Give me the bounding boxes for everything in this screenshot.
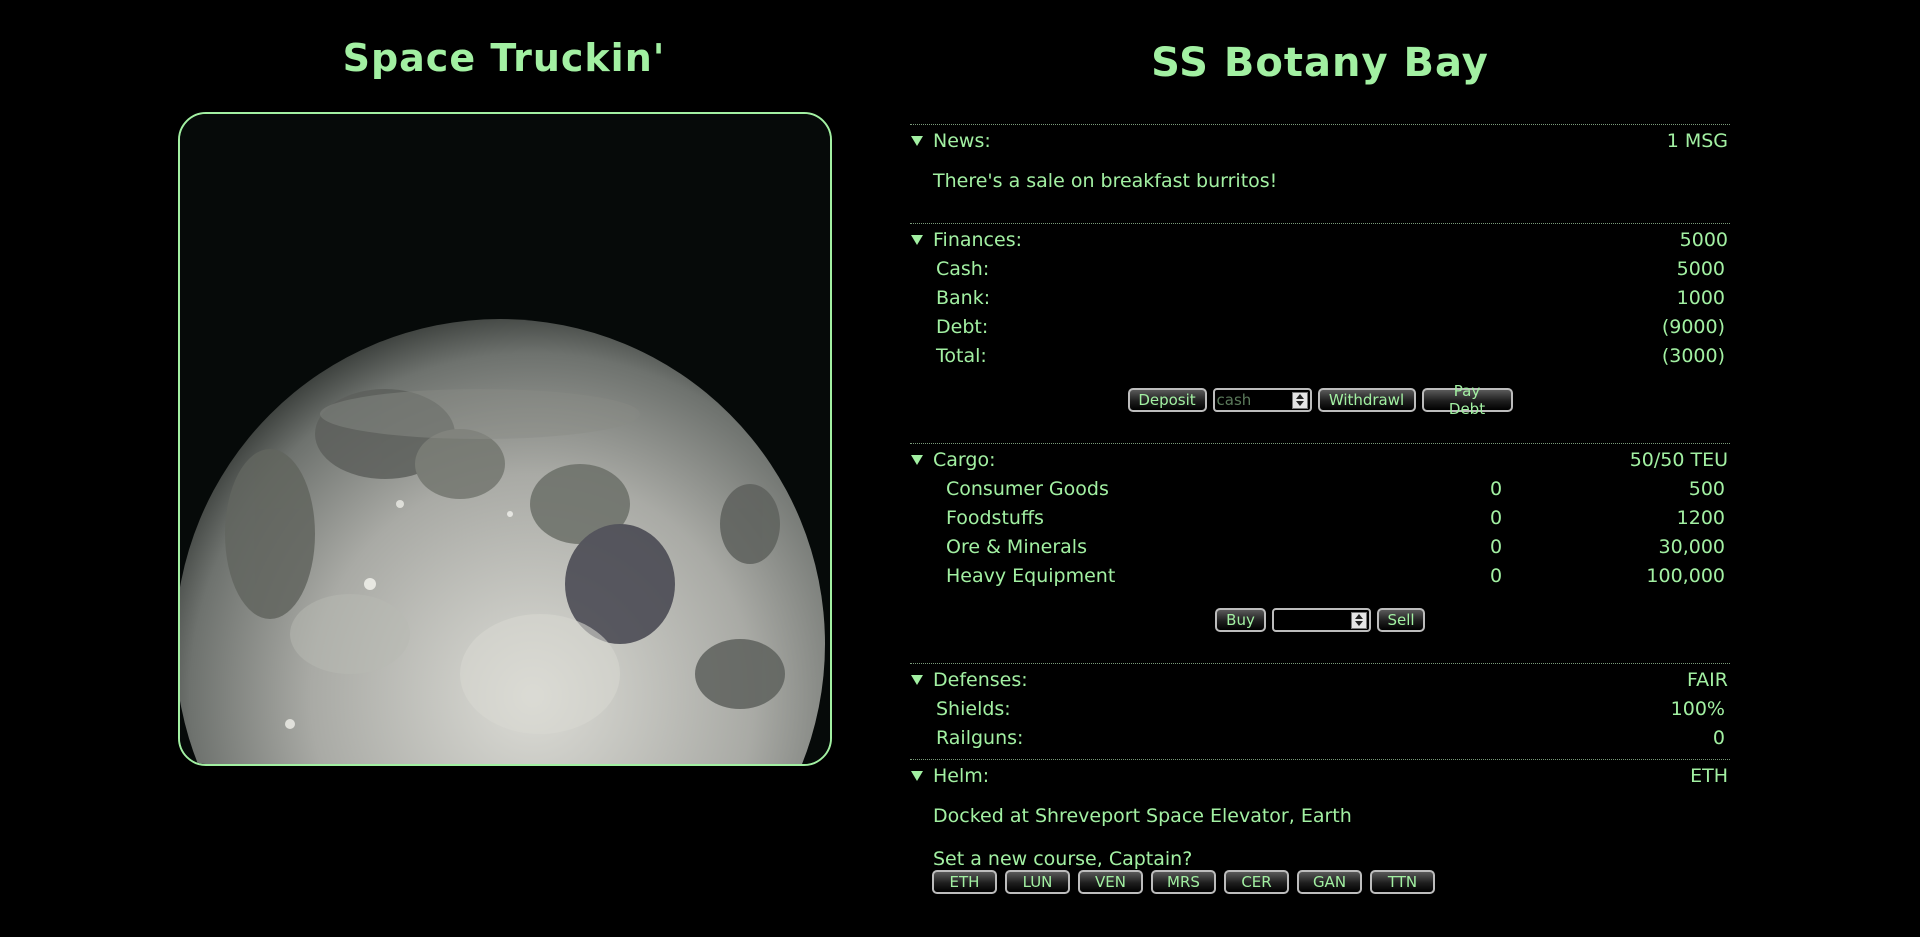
finance-row-cash: Cash: 5000 xyxy=(910,254,1730,283)
cargo-name: Consumer Goods xyxy=(946,477,1109,500)
deposit-button[interactable]: Deposit xyxy=(1127,388,1207,412)
finance-row-value: 5000 xyxy=(1676,257,1725,280)
finances-label: Finances: xyxy=(933,229,1022,251)
cargo-price: 100,000 xyxy=(1646,564,1725,587)
finance-row-value: 1000 xyxy=(1676,286,1725,309)
defense-row-shields: Shields: 100% xyxy=(910,694,1730,723)
triangle-down-icon[interactable] xyxy=(911,136,923,146)
destination-button-ven[interactable]: VEN xyxy=(1078,870,1143,894)
cargo-name: Heavy Equipment xyxy=(946,564,1116,587)
cargo-amount-input[interactable] xyxy=(1276,611,1346,629)
helm-status: Docked at Shreveport Space Elevator, Ear… xyxy=(933,805,1352,827)
app-title: Space Truckin' xyxy=(342,36,666,80)
cargo-controls: Buy Sell xyxy=(910,608,1730,632)
destination-button-eth[interactable]: ETH xyxy=(932,870,997,894)
finance-row-value: (9000) xyxy=(1661,315,1725,338)
finance-row-label: Total: xyxy=(936,344,987,367)
cargo-section: Cargo: 50/50 TEU Consumer Goods 0 500 Fo… xyxy=(910,443,1730,632)
destination-button-mrs[interactable]: MRS xyxy=(1151,870,1216,894)
cargo-price: 30,000 xyxy=(1658,535,1725,558)
helm-header[interactable]: Helm: ETH xyxy=(910,759,1730,790)
cargo-qty: 0 xyxy=(1489,564,1503,587)
helm-location-code: ETH xyxy=(1690,765,1728,787)
withdraw-button[interactable]: Withdrawl xyxy=(1317,388,1416,412)
cargo-row[interactable]: Ore & Minerals 0 30,000 xyxy=(910,532,1730,561)
cargo-qty: 0 xyxy=(1489,477,1503,500)
finances-section: Finances: 5000 Cash: 5000 Bank: 1000 Deb… xyxy=(910,223,1730,418)
defense-row-railguns: Railguns: 0 xyxy=(910,723,1730,752)
destination-button-cer[interactable]: CER xyxy=(1224,870,1289,894)
finance-row-label: Cash: xyxy=(936,257,990,280)
destination-buttons: ETH LUN VEN MRS CER GAN TTN xyxy=(910,870,1730,894)
defense-row-value: 0 xyxy=(1712,726,1725,749)
destination-button-ttn[interactable]: TTN xyxy=(1370,870,1435,894)
cargo-label: Cargo: xyxy=(933,449,996,471)
moon-image xyxy=(180,114,830,764)
cargo-row[interactable]: Heavy Equipment 0 100,000 xyxy=(910,561,1730,590)
cargo-name: Ore & Minerals xyxy=(946,535,1087,558)
triangle-down-icon[interactable] xyxy=(911,771,923,781)
cargo-name: Foodstuffs xyxy=(946,506,1044,529)
defenses-header[interactable]: Defenses: FAIR xyxy=(910,663,1730,694)
defense-row-label: Railguns: xyxy=(936,726,1024,749)
news-message: There's a sale on breakfast burritos! xyxy=(933,170,1278,192)
news-section: News: 1 MSG There's a sale on breakfast … xyxy=(910,124,1730,192)
triangle-down-icon[interactable] xyxy=(911,675,923,685)
cargo-price: 500 xyxy=(1688,477,1725,500)
finances-summary: 5000 xyxy=(1679,229,1728,251)
helm-label: Helm: xyxy=(933,765,990,787)
spinner-icon[interactable] xyxy=(1291,391,1308,409)
cargo-amount-field[interactable] xyxy=(1272,608,1371,632)
defenses-section: Defenses: FAIR Shields: 100% Railguns: 0 xyxy=(910,663,1730,752)
cash-amount-input[interactable] xyxy=(1216,391,1287,409)
finances-header[interactable]: Finances: 5000 xyxy=(910,223,1730,254)
finance-row-total: Total: (3000) xyxy=(910,341,1730,370)
cargo-qty: 0 xyxy=(1489,506,1503,529)
planet-view xyxy=(178,112,832,766)
finance-row-debt: Debt: (9000) xyxy=(910,312,1730,341)
helm-section: Helm: ETH Docked at Shreveport Space Ele… xyxy=(910,759,1730,894)
destination-button-lun[interactable]: LUN xyxy=(1005,870,1070,894)
cargo-row[interactable]: Foodstuffs 0 1200 xyxy=(910,503,1730,532)
spinner-icon[interactable] xyxy=(1351,611,1367,629)
cargo-capacity: 50/50 TEU xyxy=(1629,449,1728,471)
app-root: Space Truckin' SS Botany Bay News: 1 MSG… xyxy=(0,0,1920,937)
ship-name: SS Botany Bay xyxy=(1151,40,1489,86)
finance-row-bank: Bank: 1000 xyxy=(910,283,1730,312)
finance-row-label: Bank: xyxy=(936,286,991,309)
cargo-qty: 0 xyxy=(1489,535,1503,558)
helm-prompt: Set a new course, Captain? xyxy=(933,848,1193,870)
news-label: News: xyxy=(933,130,991,152)
finance-row-label: Debt: xyxy=(936,315,989,338)
triangle-down-icon[interactable] xyxy=(911,235,923,245)
defense-row-value: 100% xyxy=(1670,697,1725,720)
finance-controls: Deposit Withdrawl Pay Debt xyxy=(910,382,1730,418)
cargo-price: 1200 xyxy=(1676,506,1725,529)
defense-row-label: Shields: xyxy=(936,697,1011,720)
destination-button-gan[interactable]: GAN xyxy=(1297,870,1362,894)
news-header[interactable]: News: 1 MSG xyxy=(910,124,1730,155)
finance-row-value: (3000) xyxy=(1661,344,1725,367)
triangle-down-icon[interactable] xyxy=(911,455,923,465)
pay-debt-button[interactable]: Pay Debt xyxy=(1421,382,1513,418)
defenses-label: Defenses: xyxy=(933,669,1028,691)
sell-button[interactable]: Sell xyxy=(1377,608,1425,632)
news-count: 1 MSG xyxy=(1666,130,1728,152)
cash-amount-field[interactable] xyxy=(1212,388,1312,412)
cargo-row[interactable]: Consumer Goods 0 500 xyxy=(910,474,1730,503)
cargo-header[interactable]: Cargo: 50/50 TEU xyxy=(910,443,1730,474)
buy-button[interactable]: Buy xyxy=(1215,608,1266,632)
defenses-rating: FAIR xyxy=(1687,669,1728,691)
